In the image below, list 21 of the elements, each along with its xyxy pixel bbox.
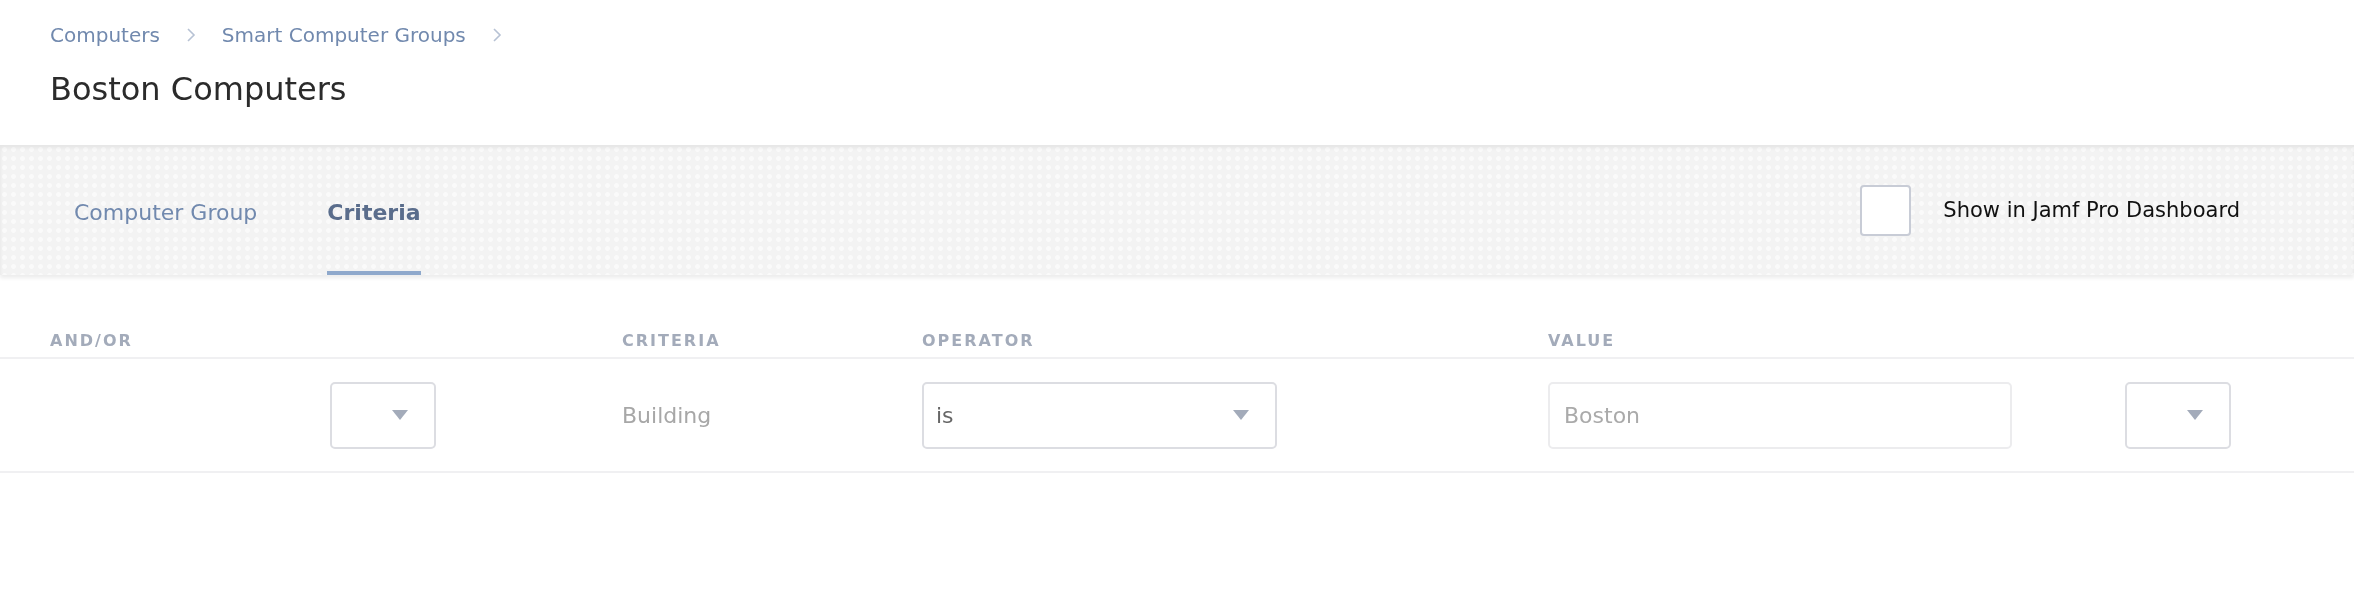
column-header: VALUE [1548,330,1617,350]
column-header: OPERATOR [922,330,1036,350]
caret-icon [392,410,408,420]
chevron-icon [185,28,196,42]
column-header: AND/OR [50,330,134,350]
and-or-dropdown[interactable] [330,381,436,449]
criteria-cell-text: Building [622,402,713,428]
breadcrumb-link[interactable]: Smart Computer Groups [221,23,466,47]
caret-icon [2187,410,2203,420]
checkbox-label: Show in Jamf Pro Dashboard [1943,198,2240,222]
breadcrumb-link[interactable]: Computers [50,23,160,47]
page-title: Boston Computers [50,70,348,108]
bracket-dropdown[interactable] [2125,381,2231,449]
tab[interactable]: Criteria [327,145,421,275]
operator-select[interactable]: is [922,381,1277,449]
tab[interactable]: Computer Group [74,145,258,275]
column-header: CRITERIA [622,330,722,350]
checkbox[interactable] [1860,184,1912,236]
caret-icon [1233,410,1249,420]
value-field[interactable]: Boston [1548,381,2012,449]
chevron-icon [491,28,502,42]
